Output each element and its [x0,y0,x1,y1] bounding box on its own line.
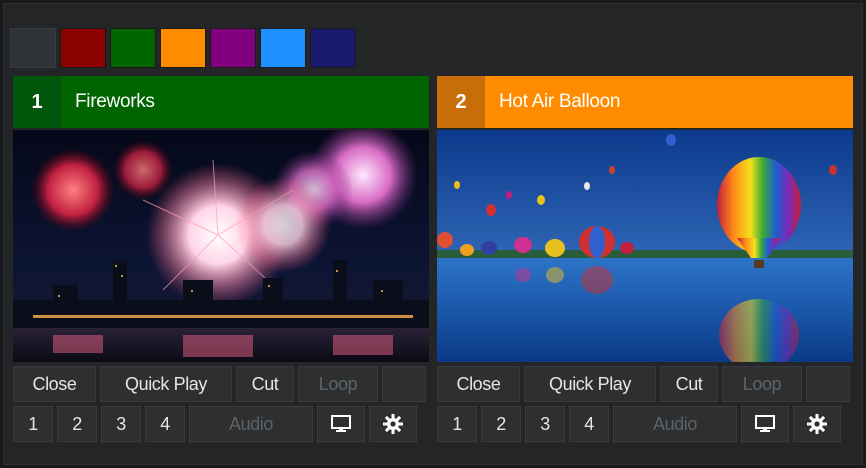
color-swatch-bar [10,28,360,68]
loop-button[interactable]: Loop [722,366,802,402]
channel-4-button[interactable]: 4 [145,406,185,442]
hot-air-balloon-image [437,130,853,362]
audio-button[interactable]: Audio [613,406,737,442]
channel-2-button[interactable]: 2 [481,406,521,442]
channel-2-button[interactable]: 2 [57,406,97,442]
monitor-icon [331,415,351,432]
close-button[interactable]: Close [437,366,520,402]
swatch-red[interactable] [60,28,106,68]
channel-row: 1 2 3 4 Audio [13,406,429,442]
settings-button[interactable] [793,406,841,442]
cut-button[interactable]: Cut [236,366,294,402]
fireworks-image [13,130,429,362]
settings-button[interactable] [369,406,417,442]
channel-3-button[interactable]: 3 [101,406,141,442]
blank-button [382,366,426,402]
swatch-purple[interactable] [210,28,256,68]
quick-play-button[interactable]: Quick Play [100,366,232,402]
media-thumbnail[interactable] [437,130,853,362]
transport-row: Close Quick Play Cut Loop [437,366,853,402]
cut-button[interactable]: Cut [660,366,718,402]
panel-title: Hot Air Balloon [499,91,621,112]
gear-icon [807,414,827,434]
panel-number: 2 [437,76,485,128]
panel-header[interactable]: 1 Fireworks [13,76,429,128]
media-thumbnail[interactable] [13,130,429,362]
panel-header[interactable]: 2 Hot Air Balloon [437,76,853,128]
gear-icon [383,414,403,434]
transport-row: Close Quick Play Cut Loop [13,366,429,402]
loop-button[interactable]: Loop [298,366,378,402]
channel-4-button[interactable]: 4 [569,406,609,442]
swatch-navy[interactable] [310,28,356,68]
monitor-button[interactable] [741,406,789,442]
monitor-icon [755,415,775,432]
audio-button[interactable]: Audio [189,406,313,442]
panel-number: 1 [13,76,61,128]
quick-play-button[interactable]: Quick Play [524,366,656,402]
media-panel-1: 1 Fireworks Close Quick Play Cut Loop 1 … [13,76,429,442]
swatch-blank[interactable] [10,28,56,68]
panel-title: Fireworks [75,91,155,112]
monitor-button[interactable] [317,406,365,442]
swatch-blue[interactable] [260,28,306,68]
blank-button [806,366,850,402]
close-button[interactable]: Close [13,366,96,402]
app-window: 1 Fireworks Close Quick Play Cut Loop 1 … [3,3,863,465]
swatch-green[interactable] [110,28,156,68]
swatch-orange[interactable] [160,28,206,68]
channel-1-button[interactable]: 1 [13,406,53,442]
channel-3-button[interactable]: 3 [525,406,565,442]
channel-row: 1 2 3 4 Audio [437,406,853,442]
media-panel-2: 2 Hot Air Balloon Close Quick Play Cut L… [437,76,853,442]
channel-1-button[interactable]: 1 [437,406,477,442]
